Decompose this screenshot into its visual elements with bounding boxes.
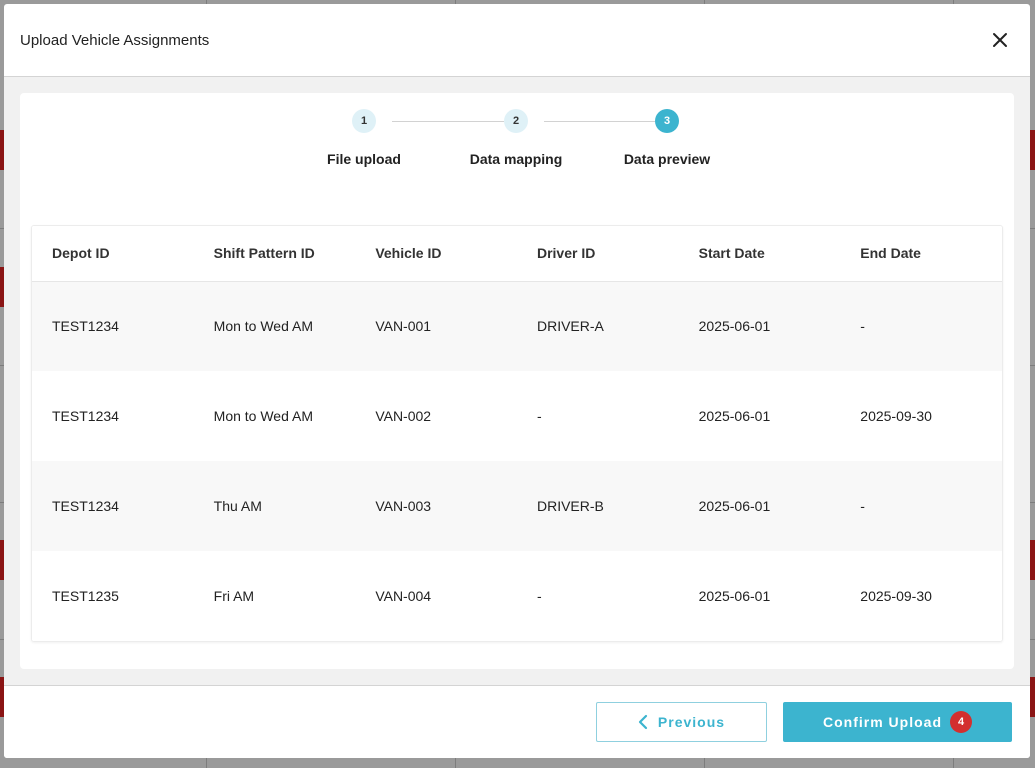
row-count-badge: 4 bbox=[950, 711, 972, 733]
cell-driver-id: - bbox=[516, 371, 679, 461]
close-icon bbox=[993, 33, 1007, 47]
step-number: 3 bbox=[655, 109, 679, 133]
column-header-depot-id: Depot ID bbox=[32, 226, 194, 282]
cell-shift-pattern-id: Fri AM bbox=[193, 551, 356, 641]
table-row: TEST1234 Mon to Wed AM VAN-002 - 2025-06… bbox=[32, 371, 1002, 461]
step-file-upload: 1 File upload bbox=[304, 109, 424, 167]
column-header-end-date: End Date bbox=[840, 226, 1002, 282]
cell-depot-id: TEST1234 bbox=[32, 461, 194, 551]
step-label: Data mapping bbox=[469, 151, 563, 167]
cell-end-date: 2025-09-30 bbox=[840, 551, 1002, 641]
table-row: TEST1234 Thu AM VAN-003 DRIVER-B 2025-06… bbox=[32, 461, 1002, 551]
column-header-start-date: Start Date bbox=[678, 226, 841, 282]
column-header-shift-pattern-id: Shift Pattern ID bbox=[193, 226, 356, 282]
chevron-left-icon bbox=[638, 714, 648, 730]
step-data-mapping: 2 Data mapping bbox=[456, 109, 576, 167]
stepper: 1 File upload 2 Data mapping 3 Data prev… bbox=[31, 93, 1003, 225]
step-number: 1 bbox=[352, 109, 376, 133]
cell-end-date: 2025-09-30 bbox=[840, 371, 1002, 461]
cell-start-date: 2025-06-01 bbox=[678, 461, 841, 551]
previous-button[interactable]: Previous bbox=[596, 702, 767, 742]
cell-shift-pattern-id: Mon to Wed AM bbox=[193, 371, 356, 461]
confirm-upload-label: Confirm Upload bbox=[823, 714, 942, 730]
cell-end-date: - bbox=[840, 281, 1002, 371]
table-row: TEST1235 Fri AM VAN-004 - 2025-06-01 202… bbox=[32, 551, 1002, 641]
cell-shift-pattern-id: Mon to Wed AM bbox=[193, 281, 356, 371]
step-number: 2 bbox=[504, 109, 528, 133]
cell-vehicle-id: VAN-004 bbox=[355, 551, 517, 641]
step-label: File upload bbox=[327, 151, 401, 167]
cell-depot-id: TEST1234 bbox=[32, 281, 194, 371]
dialog-header: Upload Vehicle Assignments bbox=[4, 4, 1030, 77]
table-header-row: Depot ID Shift Pattern ID Vehicle ID Dri… bbox=[32, 226, 1002, 282]
step-data-preview: 3 Data preview bbox=[607, 109, 727, 167]
cell-depot-id: TEST1235 bbox=[32, 551, 194, 641]
cell-start-date: 2025-06-01 bbox=[678, 281, 841, 371]
dialog-footer: Previous Confirm Upload 4 bbox=[4, 685, 1030, 758]
preview-table: Depot ID Shift Pattern ID Vehicle ID Dri… bbox=[31, 225, 1003, 642]
column-header-driver-id: Driver ID bbox=[516, 226, 679, 282]
cell-start-date: 2025-06-01 bbox=[678, 551, 841, 641]
dialog-body: 1 File upload 2 Data mapping 3 Data prev… bbox=[4, 77, 1030, 685]
cell-driver-id: DRIVER-B bbox=[516, 461, 679, 551]
cell-depot-id: TEST1234 bbox=[32, 371, 194, 461]
cell-start-date: 2025-06-01 bbox=[678, 371, 841, 461]
previous-button-label: Previous bbox=[657, 714, 726, 730]
cell-vehicle-id: VAN-001 bbox=[355, 281, 517, 371]
cell-shift-pattern-id: Thu AM bbox=[193, 461, 356, 551]
preview-card: 1 File upload 2 Data mapping 3 Data prev… bbox=[20, 93, 1014, 669]
cell-vehicle-id: VAN-002 bbox=[355, 371, 517, 461]
dialog-title: Upload Vehicle Assignments bbox=[20, 31, 210, 49]
cell-driver-id: DRIVER-A bbox=[516, 281, 679, 371]
step-label: Data preview bbox=[623, 151, 711, 167]
close-button[interactable] bbox=[986, 26, 1014, 54]
confirm-upload-button[interactable]: Confirm Upload 4 bbox=[783, 702, 1012, 742]
column-header-vehicle-id: Vehicle ID bbox=[355, 226, 517, 282]
cell-driver-id: - bbox=[516, 551, 679, 641]
cell-end-date: - bbox=[840, 461, 1002, 551]
cell-vehicle-id: VAN-003 bbox=[355, 461, 517, 551]
upload-vehicle-assignments-dialog: Upload Vehicle Assignments 1 File upload… bbox=[4, 4, 1030, 758]
table-row: TEST1234 Mon to Wed AM VAN-001 DRIVER-A … bbox=[32, 281, 1002, 371]
